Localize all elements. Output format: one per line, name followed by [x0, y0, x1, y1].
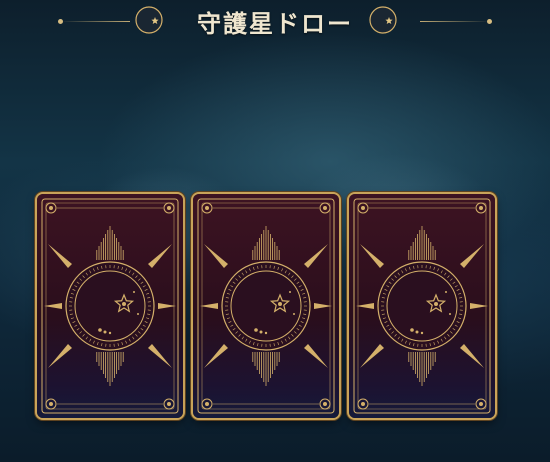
crescent-moon-star-icon — [197, 198, 335, 414]
card-row — [0, 0, 550, 462]
tarot-card-1[interactable] — [37, 194, 183, 418]
tarot-card-2[interactable] — [193, 194, 339, 418]
page-title: 守護星ドロー — [197, 9, 353, 38]
tarot-card-3[interactable] — [349, 194, 495, 418]
crescent-moon-star-icon — [353, 198, 491, 414]
crescent-moon-star-icon — [41, 198, 179, 414]
